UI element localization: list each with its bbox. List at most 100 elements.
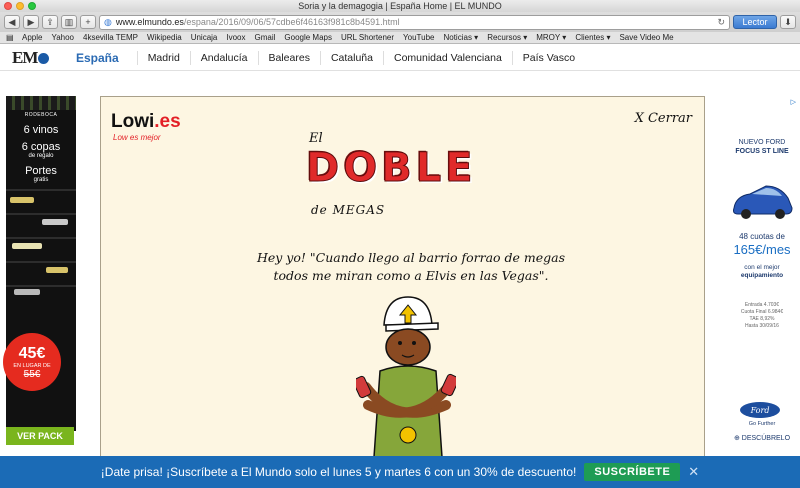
- bookmark-item[interactable]: Wikipedia: [147, 33, 182, 42]
- ad-cuotas: 48 cuotas de: [739, 232, 785, 241]
- quote-line: Hey yo! "Cuando llego al barrio forrao d…: [256, 250, 566, 265]
- bookmark-item[interactable]: Unicaja: [191, 33, 218, 42]
- headline-letter: L: [415, 145, 443, 192]
- section-title[interactable]: España: [76, 51, 119, 65]
- url-domain: www.elmundo.es: [115, 17, 184, 27]
- bookmark-item[interactable]: Gmail: [255, 33, 276, 42]
- ad-line: 6 copas: [21, 141, 61, 153]
- nav-link[interactable]: Cataluña: [319, 50, 383, 65]
- price-badge: 45€ EN LUGAR DE 55€: [3, 333, 61, 391]
- ad-legal-line: TAE 8,92%: [749, 316, 775, 322]
- subscription-banner: ¡Date prisa! ¡Suscríbete a El Mundo solo…: [0, 456, 800, 488]
- nav-link[interactable]: Comunidad Valenciana: [382, 50, 512, 65]
- car-image: [733, 185, 793, 219]
- site-logo[interactable]: EM: [12, 48, 52, 68]
- new-tab-button[interactable]: +: [80, 15, 96, 29]
- bookmarks-icon[interactable]: ▤: [6, 33, 14, 42]
- ad-legal-line: Entrada 4.703€: [744, 302, 780, 308]
- bookmark-item[interactable]: URL Shortener: [341, 33, 394, 42]
- subscribe-button[interactable]: SUSCRÍBETE: [584, 463, 681, 481]
- wine-bottles-image: [6, 189, 76, 309]
- globe-icon: ◍: [104, 16, 112, 27]
- bookmark-item[interactable]: Apple: [22, 33, 42, 42]
- url-path: /espana/2016/09/06/57cdbe6f46163f981c8b4…: [183, 17, 400, 27]
- ad-price: 45€: [18, 344, 46, 362]
- nav-link[interactable]: País Vasco: [511, 50, 585, 65]
- ad-line: 6 vinos: [23, 124, 59, 136]
- downloads-button[interactable]: ⬇: [780, 15, 796, 29]
- ver-pack-button[interactable]: VER PACK: [6, 427, 74, 445]
- nav-link[interactable]: Madrid: [136, 50, 190, 65]
- headline-letter: O: [343, 145, 379, 192]
- ad-equipment-line: con el mejor: [744, 264, 780, 271]
- reload-icon[interactable]: ↻: [717, 17, 725, 28]
- nav-link[interactable]: Andalucía: [189, 50, 258, 65]
- ford-logo: Ford: [740, 402, 780, 418]
- descubrelo-link[interactable]: ⊕ DESCÚBRELO: [724, 434, 800, 442]
- browser-toolbar: ◀ ▶ ⇪ ▥ + ◍ www.elmundo.es/espana/2016/0…: [0, 12, 800, 32]
- headline-megas: de MEGAS: [311, 203, 386, 217]
- window-titlebar: Soria y la demagogia | España Home | EL …: [0, 0, 800, 12]
- share-button[interactable]: ⇪: [42, 15, 58, 29]
- brand-suffix: .es: [154, 111, 181, 132]
- ad-title-line: NUEVO FORD: [738, 139, 786, 146]
- ad-legal-line: Cuota Final 6.984€: [740, 309, 784, 315]
- window-title: Soria y la demagogia | España Home | EL …: [298, 1, 502, 11]
- ad-legal-line: Hasta 30/09/16: [745, 323, 779, 329]
- bookmark-item[interactable]: YouTube: [403, 33, 434, 42]
- ford-slogan: Go Further: [748, 421, 776, 427]
- banner-text: ¡Date prisa! ¡Suscríbete a El Mundo solo…: [100, 465, 577, 479]
- bookmark-item[interactable]: Clientes ▾: [575, 33, 610, 42]
- lowi-tagline: Low es mejor: [113, 133, 161, 142]
- bookmark-item[interactable]: Recursos ▾: [487, 33, 527, 42]
- ad-equipment-line: equipamiento: [740, 272, 784, 279]
- ad-old-price: 55€: [23, 368, 41, 380]
- bookmark-item[interactable]: Noticias ▾: [443, 33, 478, 42]
- bookmark-item[interactable]: Yahoo: [51, 33, 74, 42]
- bookmark-item[interactable]: MROY ▾: [536, 33, 566, 42]
- ad-line: Portes: [25, 165, 57, 177]
- headline-letter: E: [445, 145, 474, 192]
- reader-button[interactable]: Lector: [733, 15, 777, 29]
- ad-monthly-price: 165€/mes: [733, 242, 791, 257]
- share-icon: ⇪: [46, 16, 54, 27]
- right-ford-ad[interactable]: ▷ NUEVO FORD FOCUS ST LINE 48 cuotas de …: [724, 96, 800, 456]
- ad-title-line: FOCUS ST LINE: [735, 148, 789, 155]
- logo-text: EM: [12, 47, 38, 67]
- bookmark-item[interactable]: Ivoox: [226, 33, 245, 42]
- bottles-image: [6, 96, 76, 110]
- ad-brand: RODEBOCA: [24, 112, 58, 118]
- close-window-button[interactable]: [4, 2, 12, 10]
- forward-arrow-icon: ▶: [27, 16, 35, 27]
- close-banner-icon[interactable]: ✕: [688, 464, 699, 480]
- minimize-window-button[interactable]: [16, 2, 24, 10]
- lowi-overlay-ad[interactable]: Lowi.es Low es mejor X Cerrar El D O B L…: [100, 96, 705, 456]
- ad-subline: gratis: [33, 177, 49, 183]
- bookmark-item[interactable]: Save Video Me: [619, 33, 673, 42]
- page-content: RODEBOCA 6 vinos 6 copas de regalo Porte…: [0, 71, 800, 456]
- plus-icon: +: [85, 17, 91, 27]
- zoom-window-button[interactable]: [28, 2, 36, 10]
- back-button[interactable]: ◀: [4, 15, 20, 29]
- headline-letter: B: [381, 145, 413, 192]
- bookmark-item[interactable]: Google Maps: [284, 33, 332, 42]
- close-overlay-button[interactable]: X Cerrar: [635, 111, 692, 126]
- headline-doble: D O B L E: [305, 145, 474, 192]
- quote-line: todos me miran como a Elvis en las Vegas…: [273, 268, 549, 283]
- nav-link[interactable]: Baleares: [257, 50, 320, 65]
- bookmark-item[interactable]: 4ksevilla TEMP: [83, 33, 138, 42]
- bookmarks-bar: ▤ Apple Yahoo 4ksevilla TEMP Wikipedia U…: [0, 32, 800, 44]
- forward-button[interactable]: ▶: [23, 15, 39, 29]
- headline-el: El: [309, 131, 323, 146]
- ad-equipment: con el mejor equipamiento: [724, 264, 800, 280]
- sidebar-icon: ▥: [64, 16, 74, 27]
- adchoices-icon[interactable]: ▷: [791, 98, 796, 106]
- ad-quote: Hey yo! "Cuando llego al barrio forrao d…: [201, 249, 621, 285]
- ad-legal: Entrada 4.703€ Cuota Final 6.984€ TAE 8,…: [724, 302, 800, 330]
- ad-subline: de regalo: [28, 153, 54, 159]
- sidebar-button[interactable]: ▥: [61, 15, 77, 29]
- download-icon: ⬇: [784, 16, 792, 27]
- headline-letter: D: [305, 145, 341, 192]
- address-bar[interactable]: ◍ www.elmundo.es/espana/2016/09/06/57cdb…: [99, 14, 730, 30]
- globe-logo-icon: [38, 53, 50, 65]
